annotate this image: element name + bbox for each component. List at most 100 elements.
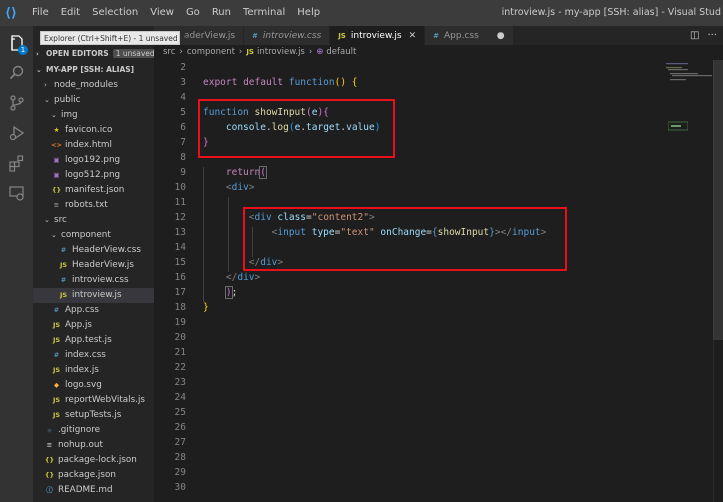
line-number: 3 bbox=[180, 77, 186, 88]
tree-item-label: package.json bbox=[58, 470, 116, 480]
tree-item[interactable]: ≡ robots.txt bbox=[33, 198, 154, 213]
tree-item[interactable]: <> index.html bbox=[33, 138, 154, 153]
breadcrumb-file[interactable]: introview.js bbox=[257, 45, 305, 60]
line-number: 19 bbox=[174, 317, 186, 328]
tree-item[interactable]: JS App.js bbox=[33, 318, 154, 333]
tree-item-label: HeaderView.js bbox=[72, 260, 134, 270]
more-actions-icon[interactable]: ··· bbox=[707, 30, 717, 41]
tree-item[interactable]: JS index.js bbox=[33, 363, 154, 378]
scrollbar-thumb[interactable] bbox=[713, 60, 723, 340]
menu-selection[interactable]: Selection bbox=[86, 0, 144, 26]
tree-item[interactable]: ▣ logo192.png bbox=[33, 153, 154, 168]
tree-item[interactable]: ★ favicon.ico bbox=[33, 123, 154, 138]
tab-label: introview.js bbox=[350, 30, 402, 41]
split-editor-icon[interactable]: ◫ bbox=[690, 30, 699, 41]
highlight-box-function bbox=[198, 99, 395, 158]
css-file-icon: # bbox=[60, 276, 67, 284]
text-file-icon: ≡ bbox=[53, 201, 60, 209]
tree-item[interactable]: JS HeaderView.js bbox=[33, 258, 154, 273]
close-icon[interactable]: ✕ bbox=[409, 31, 417, 41]
tree-item-label: robots.txt bbox=[65, 200, 108, 210]
tree-item-label: App.css bbox=[65, 305, 99, 315]
title-bar: ⟨⟩ File Edit Selection View Go Run Terminal Hel… bbox=[0, 0, 723, 26]
tree-item[interactable]: JS App.test.js bbox=[33, 333, 154, 348]
tree-item[interactable]: # introview.css bbox=[33, 273, 154, 288]
js-file-icon: JS bbox=[52, 321, 61, 329]
line-number: 14 bbox=[174, 242, 186, 253]
menu-terminal[interactable]: Terminal bbox=[237, 0, 291, 26]
breadcrumb-src[interactable]: src bbox=[163, 45, 175, 60]
remote-explorer-icon[interactable] bbox=[0, 178, 33, 208]
editor-actions: ◫ ··· bbox=[690, 26, 717, 45]
breadcrumb-component[interactable]: component bbox=[187, 45, 235, 60]
menu-edit[interactable]: Edit bbox=[55, 0, 86, 26]
line-number: 8 bbox=[180, 152, 186, 163]
tree-item[interactable]: ≡ nohup.out bbox=[33, 438, 154, 453]
menu-help[interactable]: Help bbox=[291, 0, 326, 26]
tab-introview-js[interactable]: JS introview.js ✕ bbox=[330, 26, 426, 45]
tree-item-label: App.js bbox=[65, 320, 93, 330]
js-file-icon: JS bbox=[338, 31, 346, 40]
tree-item[interactable]: JS reportWebVitals.js bbox=[33, 393, 154, 408]
css-file-icon: # bbox=[60, 246, 67, 254]
favicon-icon: ★ bbox=[53, 126, 60, 134]
tree-item[interactable]: ⌄ component bbox=[33, 228, 154, 243]
svg-file-icon: ◆ bbox=[54, 381, 59, 389]
tree-item[interactable]: # HeaderView.css bbox=[33, 243, 154, 258]
menu-go[interactable]: Go bbox=[180, 0, 206, 26]
line-number: 30 bbox=[174, 482, 186, 493]
tree-item[interactable]: ⌄ public bbox=[33, 93, 154, 108]
tree-item[interactable]: {} manifest.json bbox=[33, 183, 154, 198]
tree-item[interactable]: ◆ logo.svg bbox=[33, 378, 154, 393]
tree-item[interactable]: JS setupTests.js bbox=[33, 408, 154, 423]
js-file-icon: JS bbox=[246, 48, 254, 56]
chevron-down-icon: ⌄ bbox=[44, 96, 50, 104]
explorer-icon[interactable]: 1 bbox=[0, 28, 33, 58]
tree-item[interactable]: ⌄ src bbox=[33, 213, 154, 228]
minimap[interactable] bbox=[664, 60, 712, 502]
line-number: 29 bbox=[174, 467, 186, 478]
vscode-logo-icon: ⟨⟩ bbox=[5, 5, 17, 21]
line-number: 7 bbox=[180, 137, 186, 148]
tab-introview-css[interactable]: # introview.css bbox=[244, 26, 331, 45]
code-line-18: } bbox=[203, 302, 209, 313]
chevron-right-icon: › bbox=[44, 81, 47, 89]
code-line-3: export default function() { bbox=[203, 77, 358, 88]
line-number: 2 bbox=[180, 62, 186, 73]
tree-item-label: img bbox=[61, 110, 78, 120]
line-number: 12 bbox=[174, 212, 186, 223]
tree-item[interactable]: ▣ logo512.png bbox=[33, 168, 154, 183]
line-number: 9 bbox=[180, 167, 186, 178]
tree-item[interactable]: # App.css bbox=[33, 303, 154, 318]
explorer-tooltip: Explorer (Ctrl+Shift+E) - 1 unsaved file bbox=[40, 31, 191, 45]
menu-file[interactable]: File bbox=[26, 0, 55, 26]
tree-item[interactable]: {} package.json bbox=[33, 468, 154, 483]
unsaved-dot-icon[interactable]: ● bbox=[497, 31, 505, 41]
tab-app-css[interactable]: # App.css ● bbox=[425, 26, 514, 45]
menu-run[interactable]: Run bbox=[206, 0, 237, 26]
breadcrumb-symbol[interactable]: default bbox=[326, 45, 356, 60]
open-editors-header[interactable]: › OPEN EDITORS 1 unsaved bbox=[33, 46, 154, 62]
line-number: 20 bbox=[174, 332, 186, 343]
json-file-icon: {} bbox=[44, 456, 55, 464]
line-number: 15 bbox=[174, 257, 186, 268]
tree-item[interactable]: ⌄ img bbox=[33, 108, 154, 123]
search-icon[interactable] bbox=[0, 58, 33, 88]
chevron-down-icon: ⌄ bbox=[51, 231, 57, 239]
tree-item[interactable]: › node_modules bbox=[33, 78, 154, 93]
js-file-icon: JS bbox=[59, 261, 68, 269]
source-control-icon[interactable] bbox=[0, 88, 33, 118]
workspace-root-label: MY-APP [SSH: ALIAS] bbox=[46, 65, 135, 74]
extensions-icon[interactable] bbox=[0, 148, 33, 178]
tree-item[interactable]: # index.css bbox=[33, 348, 154, 363]
tree-item[interactable]: ⓘ README.md bbox=[33, 483, 154, 498]
tree-item[interactable]: ◈ .gitignore bbox=[33, 423, 154, 438]
workspace-root-header[interactable]: ⌄ MY-APP [SSH: ALIAS] bbox=[33, 62, 154, 78]
tab-label: introview.css bbox=[262, 30, 322, 41]
tree-item[interactable]: JS introview.js bbox=[33, 288, 154, 303]
run-debug-icon[interactable] bbox=[0, 118, 33, 148]
tree-item-label: component bbox=[61, 230, 111, 240]
chevron-down-icon: ⌄ bbox=[51, 111, 57, 119]
tree-item[interactable]: {} package-lock.json bbox=[33, 453, 154, 468]
menu-view[interactable]: View bbox=[144, 0, 180, 26]
